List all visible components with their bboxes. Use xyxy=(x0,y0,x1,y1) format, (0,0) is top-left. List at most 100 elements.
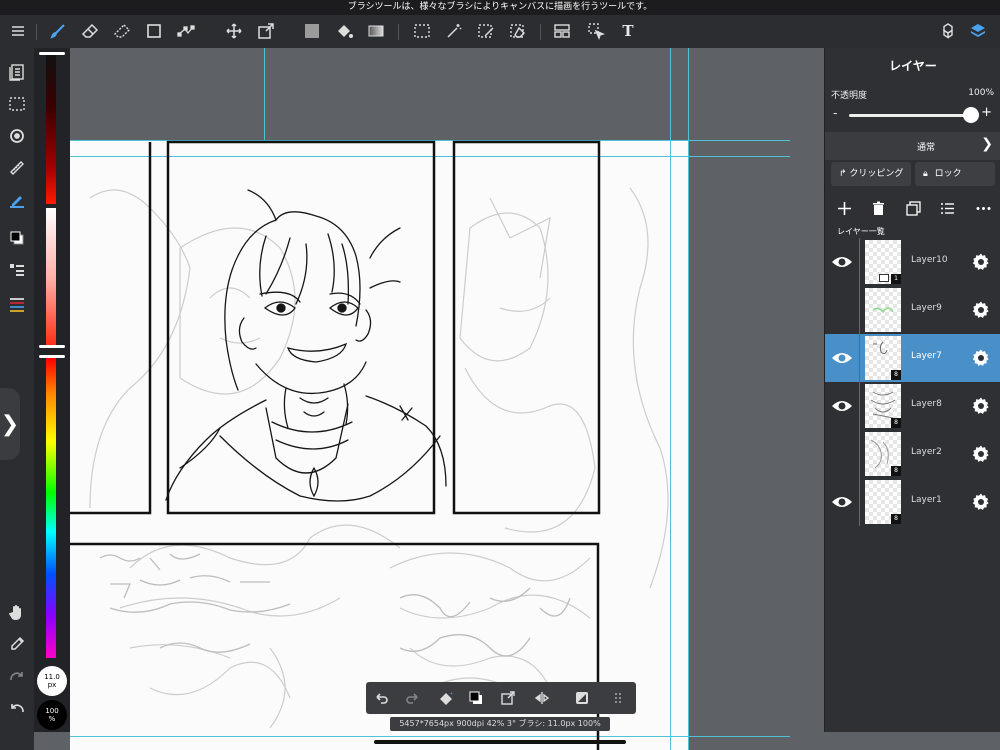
move-tool-button[interactable] xyxy=(222,19,246,43)
saturation-slider[interactable] xyxy=(46,208,56,348)
color-fill-icon[interactable] xyxy=(5,188,29,212)
layer-row-layer1[interactable]: 8 Layer1 xyxy=(825,478,1000,526)
pages-icon[interactable] xyxy=(5,60,29,84)
home-indicator xyxy=(374,740,626,744)
layer-row-layer10[interactable]: 1 Layer10 xyxy=(825,238,1000,286)
clipping-button[interactable]: ↱ クリッピング xyxy=(831,162,911,186)
fill-color-button[interactable] xyxy=(300,19,324,43)
brush-opacity-badge[interactable]: 100 % xyxy=(37,700,67,730)
layer-row-layer7[interactable]: 8 Layer7 xyxy=(825,334,1000,382)
vector-tool-button[interactable] xyxy=(174,19,198,43)
color-swap-icon[interactable] xyxy=(464,686,488,710)
undo-button[interactable] xyxy=(370,686,394,710)
brush-size-icon[interactable] xyxy=(5,292,29,316)
redo-button[interactable] xyxy=(400,686,424,710)
undo-icon[interactable] xyxy=(5,696,29,720)
transform-icon[interactable] xyxy=(496,686,520,710)
delete-layer-button[interactable] xyxy=(868,198,888,218)
brush-size-badge[interactable]: 11.0 px xyxy=(37,666,67,696)
layer-badge: 8 xyxy=(891,466,901,476)
left-toolbar: ❯ xyxy=(0,48,34,750)
blend-mode-selector[interactable]: 通常 ❯ xyxy=(825,132,1000,160)
redo-icon[interactable] xyxy=(5,664,29,688)
layer-panel-title: レイヤー xyxy=(889,59,937,73)
ruler-icon[interactable] xyxy=(5,156,29,180)
brightness-slider-thumb[interactable] xyxy=(39,52,65,55)
eraser-tool-button[interactable] xyxy=(78,19,102,43)
gear-icon[interactable] xyxy=(971,300,991,320)
select-pen-tool-button[interactable] xyxy=(474,19,498,43)
eye-icon[interactable] xyxy=(831,349,853,367)
eye-icon[interactable] xyxy=(831,493,853,511)
eye-icon[interactable] xyxy=(831,397,853,415)
saturation-slider-thumb[interactable] xyxy=(39,345,65,348)
select-eraser-tool-button[interactable] xyxy=(506,19,530,43)
layer-row-layer8[interactable]: 8 Layer8 xyxy=(825,382,1000,430)
fill-icon[interactable] xyxy=(434,686,458,710)
layers-icon[interactable] xyxy=(966,19,990,43)
tool-hint-bar: ブラシツールは、様々なブラシによりキャンバスに描画を行うツールです。 xyxy=(0,0,1000,15)
panel-tool-button[interactable] xyxy=(550,19,574,43)
duplicate-layer-button[interactable] xyxy=(903,198,923,218)
gradient-tool-button[interactable] xyxy=(364,19,388,43)
hand-icon[interactable] xyxy=(5,600,29,624)
opacity-slider[interactable] xyxy=(849,114,971,117)
color-swatch-icon[interactable] xyxy=(5,226,29,250)
eyedropper-icon[interactable] xyxy=(5,632,29,656)
brush-opacity-value: 100 xyxy=(45,707,59,715)
gear-icon[interactable] xyxy=(971,348,991,368)
add-layer-button[interactable] xyxy=(834,198,854,218)
layer-thumbnail: 8 xyxy=(865,432,901,476)
menu-icon[interactable] xyxy=(6,19,30,43)
toolbar-divider xyxy=(398,24,399,40)
layer-thumbnail: 8 xyxy=(865,336,901,380)
bucket-tool-button[interactable] xyxy=(332,19,356,43)
layer-thumbnail: 8 xyxy=(865,384,901,428)
brightness-slider[interactable] xyxy=(46,54,56,204)
hue-slider[interactable] xyxy=(46,358,56,658)
brush-tool-button[interactable] xyxy=(46,19,70,43)
layer-row-layer2[interactable]: 8 Layer2 xyxy=(825,430,1000,478)
material-icon[interactable] xyxy=(936,19,960,43)
filter-icon[interactable] xyxy=(570,686,594,710)
layer-name: Layer8 xyxy=(911,399,942,409)
layer-badge: 1 xyxy=(891,274,901,284)
text-tool-button[interactable]: T xyxy=(616,19,640,43)
drawer-handle-icon[interactable]: ❯ xyxy=(0,388,20,460)
layer-name: Layer1 xyxy=(911,495,942,505)
layer-name: Layer7 xyxy=(911,351,942,361)
shape-tool-button[interactable] xyxy=(142,19,166,43)
more-grid-icon[interactable] xyxy=(606,686,630,710)
opacity-decrease-button[interactable]: - xyxy=(833,106,837,120)
flip-horizontal-icon[interactable] xyxy=(530,686,554,710)
brush-size-value: 11.0 xyxy=(44,673,60,681)
sketch-layer xyxy=(89,187,669,729)
more-options-icon[interactable] xyxy=(973,198,993,218)
transform-tool-button[interactable] xyxy=(254,19,278,43)
rotate-icon[interactable] xyxy=(5,124,29,148)
magic-wand-tool-button[interactable] xyxy=(442,19,466,43)
selection-icon[interactable] xyxy=(5,92,29,116)
list-icon[interactable] xyxy=(5,258,29,282)
lock-icon: 🔒︎ xyxy=(923,169,928,179)
gear-icon[interactable] xyxy=(971,252,991,272)
gear-icon[interactable] xyxy=(971,444,991,464)
folder-icon xyxy=(879,274,889,282)
canvas-area[interactable] xyxy=(70,48,824,750)
opacity-slider-thumb[interactable] xyxy=(963,107,979,123)
hue-slider-thumb[interactable] xyxy=(39,355,65,358)
opacity-increase-button[interactable]: + xyxy=(981,105,992,120)
selection-tool-button[interactable] xyxy=(410,19,434,43)
layer-divider xyxy=(859,430,860,478)
gear-icon[interactable] xyxy=(971,396,991,416)
lock-button[interactable]: 🔒︎ ロック xyxy=(915,162,995,186)
layer-list-button[interactable] xyxy=(937,198,957,218)
blur-eraser-tool-button[interactable] xyxy=(110,19,134,43)
layer-thumbnail xyxy=(865,288,901,332)
top-toolbar: T xyxy=(0,15,1000,48)
eye-icon[interactable] xyxy=(831,253,853,271)
operation-tool-button[interactable] xyxy=(584,19,608,43)
layer-row-layer9[interactable]: Layer9 xyxy=(825,286,1000,334)
gear-icon[interactable] xyxy=(971,492,991,512)
lock-label: ロック xyxy=(934,169,962,179)
